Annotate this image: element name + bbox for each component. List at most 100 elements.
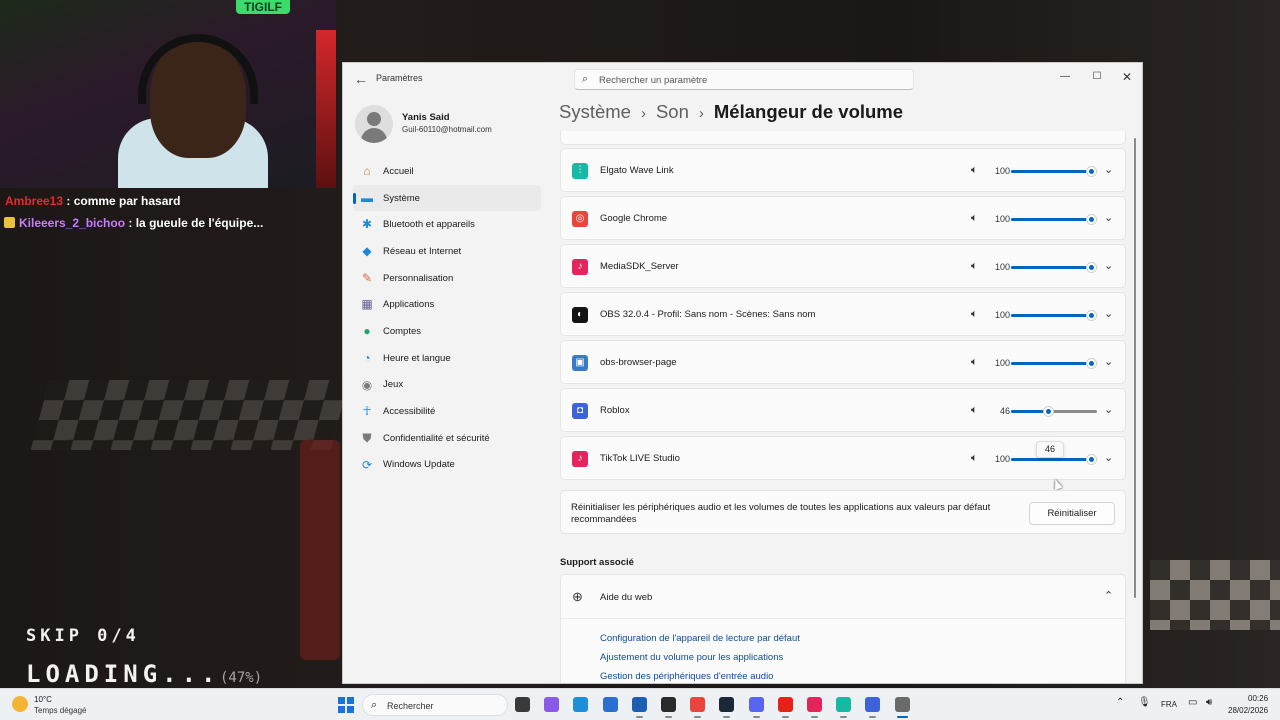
minimize-button[interactable]: — [1050, 67, 1080, 87]
slider-value-tooltip: 46 [1036, 441, 1064, 458]
main-content: ⫶ Elgato Wave Link 🔈︎ 100 ⌄ ◎ Google Chrome 🔈︎ 1… [560, 131, 1127, 683]
volume-slider[interactable] [1011, 406, 1097, 417]
chevron-down-icon[interactable]: ⌄ [1104, 259, 1113, 272]
weather-description[interactable]: Temps dégagé [34, 706, 86, 715]
volume-slider-thumb[interactable] [1086, 214, 1097, 225]
volume-slider[interactable] [1011, 454, 1097, 465]
taskbar-store-icon[interactable] [602, 697, 618, 712]
taskbar-obs-icon[interactable] [661, 697, 676, 718]
speaker-icon[interactable]: 🔈︎ [971, 356, 978, 369]
volume-slider-thumb[interactable] [1086, 262, 1097, 273]
sidebar-item-apps[interactable]: ▦ Applications [353, 291, 541, 318]
taskbar-wave-link-icon[interactable] [836, 697, 852, 718]
taskbar-chrome-icon[interactable] [690, 697, 706, 718]
taskbar-discord-icon[interactable] [748, 697, 764, 718]
sidebar-item-accessibility[interactable]: ☥ Accessibilité [353, 398, 541, 425]
speaker-icon[interactable]: 🔊︎ [1206, 697, 1212, 708]
taskbar: 10°C Temps dégagé ⌕ Rechercher ⌃ 🎙︎ FRA … [0, 688, 1280, 720]
fire-extinguisher-decoration [300, 440, 340, 660]
breadcrumb-son[interactable]: Son [656, 101, 689, 122]
scrollbar[interactable] [1134, 138, 1136, 598]
taskbar-tiktok-icon[interactable] [807, 697, 822, 718]
taskbar-copilot-icon[interactable] [544, 697, 560, 712]
volume-slider-thumb[interactable] [1086, 166, 1097, 177]
help-link-default-playback[interactable]: Configuration de l'appareil de lecture p… [600, 633, 800, 644]
volume-slider[interactable] [1011, 358, 1097, 369]
help-link-app-volume[interactable]: Ajustement du volume pour les applicatio… [600, 652, 783, 663]
chevron-up-icon[interactable]: ⌃ [1104, 589, 1113, 602]
chevron-down-icon[interactable]: ⌄ [1104, 355, 1113, 368]
speaker-icon[interactable]: 🔈︎ [971, 164, 978, 177]
volume-slider[interactable] [1011, 214, 1097, 225]
sidebar-item-network[interactable]: ◆ Réseau et Internet [353, 238, 541, 265]
chevron-down-icon[interactable]: ⌄ [1104, 451, 1113, 464]
taskbar-edge-icon[interactable] [573, 697, 589, 712]
breadcrumb-systeme[interactable]: Système [559, 101, 631, 122]
chat-text: : la gueule de l'équipe... [125, 216, 264, 230]
volume-slider[interactable] [1011, 262, 1097, 273]
clock-time[interactable]: 00:26 [1248, 694, 1268, 703]
reset-description: Réinitialiser les périphériques audio et… [571, 502, 991, 525]
sidebar-item-system[interactable]: ▬ Système [353, 184, 541, 212]
volume-slider[interactable] [1011, 166, 1097, 177]
app-title: Paramètres [376, 73, 423, 83]
microphone-icon[interactable]: 🎙︎ [1138, 697, 1151, 708]
app-volume-row: ◐ OBS 32.0.4 - Profil: Sans nom - Scènes:… [560, 292, 1126, 336]
taskbar-outlook-icon[interactable] [631, 697, 647, 718]
settings-window: ← Paramètres ⌕ — ☐ ✕ Yanis Said Guil-601… [342, 62, 1143, 684]
maximize-button[interactable]: ☐ [1082, 67, 1112, 87]
taskbar-roblox-icon[interactable] [865, 697, 881, 718]
title-bar[interactable]: ← Paramètres ⌕ — ☐ ✕ [343, 63, 1142, 95]
chevron-down-icon[interactable]: ⌄ [1104, 163, 1113, 176]
sidebar-item-brush[interactable]: ✎ Personnalisation [353, 265, 541, 292]
settings-search-box[interactable]: ⌕ [574, 69, 914, 90]
taskbar-steam-icon[interactable] [719, 697, 735, 718]
clock-date[interactable]: 28/02/2026 [1228, 706, 1268, 715]
speaker-icon[interactable]: 🔈︎ [971, 260, 978, 273]
weather-temperature[interactable]: 10°C [34, 695, 52, 704]
sun-icon[interactable] [12, 696, 28, 712]
sidebar-item-home[interactable]: ⌂ Accueil [353, 158, 541, 185]
speaker-icon[interactable]: 🔈︎ [971, 308, 978, 321]
chrome-icon: ◎ [572, 211, 588, 227]
speaker-icon[interactable]: 🔈︎ [971, 404, 978, 417]
checkered-floor-decoration [30, 380, 350, 450]
close-button[interactable]: ✕ [1112, 67, 1142, 87]
system-icon: ▬ [361, 190, 373, 205]
chevron-up-icon[interactable]: ⌃ [1116, 697, 1124, 708]
sidebar-item-windows-update[interactable]: ⟳ Windows Update [353, 452, 541, 479]
taskbar-task-view-icon[interactable] [515, 697, 530, 712]
language-indicator[interactable]: FRA [1161, 700, 1177, 709]
web-help-header[interactable]: ⊕ Aide du web ⌃ [561, 575, 1125, 619]
reset-button[interactable]: Réinitialiser [1029, 502, 1115, 525]
help-link-input-devices[interactable]: Gestion des périphériques d'entrée audio [600, 671, 773, 682]
sidebar-item-gamepad[interactable]: ◉ Jeux [353, 372, 541, 399]
taskbar-settings-icon[interactable] [894, 697, 910, 718]
taskbar-search[interactable]: ⌕ Rechercher [362, 694, 508, 716]
accounts-icon: ● [363, 324, 371, 339]
sidebar-item-bluetooth[interactable]: ✱ Bluetooth et appareils [353, 211, 541, 238]
back-arrow-icon[interactable]: ← [351, 69, 371, 89]
volume-slider[interactable] [1011, 310, 1097, 321]
volume-slider-thumb[interactable] [1086, 454, 1097, 465]
settings-search-input[interactable] [599, 73, 899, 87]
chevron-down-icon[interactable]: ⌄ [1104, 403, 1113, 416]
user-profile[interactable]: Yanis Said Guil-60110@hotmail.com [353, 103, 543, 147]
speaker-icon[interactable]: 🔈︎ [971, 212, 978, 225]
profile-name: Yanis Said [402, 112, 450, 123]
breadcrumb-separator: › [640, 105, 646, 122]
taskbar-youtube-icon[interactable] [777, 697, 793, 718]
sidebar-item-clock-globe[interactable]: ◔ Heure et langue [353, 345, 541, 372]
sidebar-item-accounts[interactable]: ● Comptes [353, 318, 541, 345]
monitor-icon[interactable]: ▭ [1188, 697, 1197, 708]
volume-slider-thumb[interactable] [1043, 406, 1054, 417]
sidebar-item-shield[interactable]: ⛊ Confidentialité et sécurité [353, 425, 541, 452]
volume-slider-thumb[interactable] [1086, 310, 1097, 321]
volume-slider-fill [1011, 362, 1091, 365]
chevron-down-icon[interactable]: ⌄ [1104, 211, 1113, 224]
chevron-down-icon[interactable]: ⌄ [1104, 307, 1113, 320]
speaker-icon[interactable]: 🔈︎ [971, 452, 978, 465]
start-button[interactable] [338, 697, 354, 713]
volume-slider-thumb[interactable] [1086, 358, 1097, 369]
support-heading: Support associé [560, 557, 634, 568]
